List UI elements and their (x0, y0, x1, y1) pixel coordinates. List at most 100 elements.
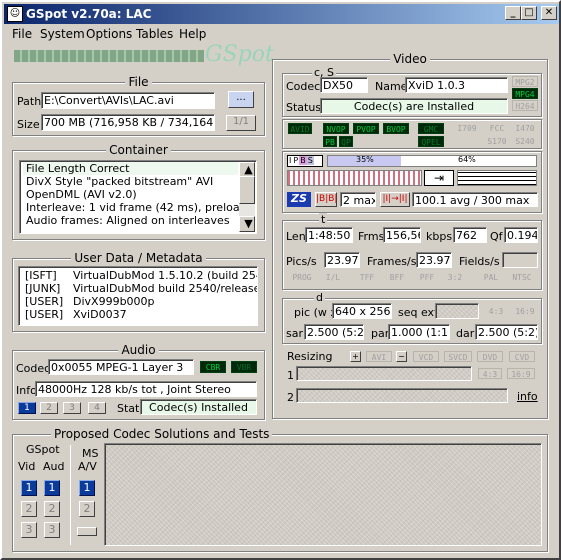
menu-system[interactable]: System (40, 27, 85, 41)
pulldown-flag: 3:2 (447, 273, 463, 282)
path-field[interactable]: E:\Convert\AVIs\LAC.avi (41, 92, 215, 109)
list-item[interactable]: File Length Correct (23, 162, 238, 175)
list-item: [ISFT] VirtualDubMod 1.5.10.2 (build 2540… (22, 269, 257, 282)
audio-stream-4[interactable]: 4 (88, 402, 106, 414)
resize-plus-button[interactable]: + (350, 351, 361, 362)
gspot-vid-3-button[interactable]: 3 (21, 522, 37, 538)
userdata-value: VirtualDubMod 1.5.10.2 (build 2540/rele (73, 269, 257, 282)
audio-stream-3[interactable]: 3 (63, 402, 81, 414)
menu-file[interactable]: File (12, 27, 32, 41)
resize-row1-field (296, 366, 472, 381)
size-label: Size (17, 118, 40, 131)
bvop-flag: BVOP (383, 123, 409, 134)
audio-stream-1[interactable]: 1 (18, 402, 36, 414)
fields-label: Fields/s (459, 255, 500, 268)
i709-flag: I709 (457, 124, 477, 133)
userdata-list[interactable]: [ISFT] VirtualDubMod 1.5.10.2 (build 2540… (18, 266, 258, 326)
ar169-flag: 16:9 (515, 307, 535, 316)
pff-flag: PFF (419, 273, 435, 282)
bitrate-field: 100.1 avg / 300 max (412, 192, 538, 207)
maximize-button[interactable]: □ (521, 6, 537, 20)
frames-field: 23.976 (416, 252, 452, 268)
ms-av-extra-button[interactable] (77, 527, 97, 536)
vbr-indicator: VBR (231, 361, 257, 373)
av-label: A/V (78, 460, 97, 473)
frames-label: Frames/s (367, 255, 417, 268)
pic-label: pic (w x (294, 306, 337, 319)
list-item[interactable]: Audio frames: Aligned on interleaves (23, 214, 238, 227)
fields-field (502, 252, 538, 268)
container-scrollbar[interactable]: ▲ ▼ (239, 162, 255, 232)
scroll-down-icon[interactable]: ▼ (239, 216, 255, 232)
qf-field: 0.194 (504, 227, 538, 243)
avid-flag: AVID (288, 123, 312, 134)
userdata-key: [USER] (25, 308, 64, 321)
sar-field: 2.500 (5:2) (304, 324, 364, 340)
aud-label: Aud (43, 460, 65, 473)
zs-icon: ZS (287, 192, 311, 207)
audio-codec-field: 0x0055 MPEG-1 Layer 3 (48, 359, 194, 375)
pics-label: Pics/s (286, 255, 317, 268)
list-item[interactable]: OpenDML (AVI v2.0) (23, 188, 238, 201)
file-group-title: File (125, 75, 152, 89)
userdata-value: XviD0037 (73, 308, 127, 321)
list-item[interactable]: Interleave: 1 vid frame (42 ms), preload… (23, 201, 256, 214)
resize-cvd-tag: CVD (509, 351, 535, 362)
part-indicator: 1/1 (226, 115, 256, 131)
userdata-key: [USER] (25, 295, 64, 308)
scroll-thumb[interactable] (239, 176, 255, 204)
resize-row2-label: 2 (287, 391, 294, 404)
video-group-title: Video (390, 52, 430, 66)
len-label: Len (286, 230, 306, 243)
gspot-vid-2-button[interactable]: 2 (21, 501, 37, 517)
menu-options[interactable]: Options (86, 27, 132, 41)
path-label: Path (17, 95, 42, 108)
title-bar[interactable]: ☺ GSpot v2.70a: LAC _ □ ✕ (4, 4, 559, 24)
gspot-vid-1-button[interactable]: 1 (21, 480, 37, 496)
qpel-flag: QPEL (418, 136, 444, 147)
userdata-group-title: User Data / Metadata (71, 251, 206, 265)
gspot-aud-1-button[interactable]: 1 (44, 480, 60, 496)
info-link[interactable]: info (517, 390, 538, 403)
userdata-value: VirtualDubMod build 2540/release (73, 282, 258, 295)
dar-field: 2.500 (5:2) (475, 324, 538, 340)
ms-label: MS (82, 447, 99, 460)
gspot-aud-2-button[interactable]: 2 (44, 501, 60, 517)
menu-tables[interactable]: Tables (136, 27, 173, 41)
gop-pattern (287, 170, 422, 186)
i470-flag: I470 (515, 124, 535, 133)
video-name-label: Name (375, 80, 408, 93)
iframe-icon: |I|→|I| (380, 192, 410, 207)
audio-stat-field: Codec(s) Installed (140, 399, 257, 415)
resize-minus-button[interactable]: − (396, 351, 407, 362)
list-item[interactable]: DivX Style "packed bitstream" AVI (23, 175, 238, 188)
app-icon[interactable]: ☺ (7, 6, 23, 22)
resize-avi-tag: AVI (366, 351, 392, 362)
resize-dvd-tag: DVD (477, 351, 503, 362)
audio-stream-2[interactable]: 2 (40, 402, 58, 414)
pct2-label: 64% (458, 155, 476, 164)
t-label: t (319, 213, 328, 226)
s240-flag: S240 (515, 137, 535, 146)
gop-arrow-icon: ⇥ (424, 170, 454, 186)
proposed-output-area (104, 443, 542, 546)
menu-help[interactable]: Help (179, 27, 206, 41)
ipbs-indicator: IPBS (287, 155, 323, 167)
gspot-aud-3-button[interactable]: 3 (44, 522, 60, 538)
resize-row1-label: 1 (287, 369, 294, 382)
par-field: 1.000 (1:1) (388, 324, 450, 340)
list-item: [JUNK] VirtualDubMod build 2540/release (22, 282, 257, 295)
pic-field: 640 x 256 (332, 303, 392, 319)
video-codec-label: Codec (286, 80, 321, 93)
ar43-flag: 4:3 (488, 307, 504, 316)
close-button[interactable]: ✕ (541, 6, 557, 20)
browse-button[interactable]: ... (228, 91, 254, 108)
proposed-group-title: Proposed Codec Solutions and Tests (51, 427, 273, 441)
bframe-icon: |B|B| (315, 192, 337, 207)
container-list[interactable]: File Length Correct DivX Style "packed b… (19, 160, 257, 234)
userdata-key: [ISFT] (25, 269, 57, 282)
ms-av-2-button[interactable]: 2 (79, 501, 95, 517)
minimize-button[interactable]: _ (505, 6, 521, 20)
ms-av-1-button[interactable]: 1 (79, 480, 95, 496)
userdata-value: DivX999b000p (73, 295, 155, 308)
